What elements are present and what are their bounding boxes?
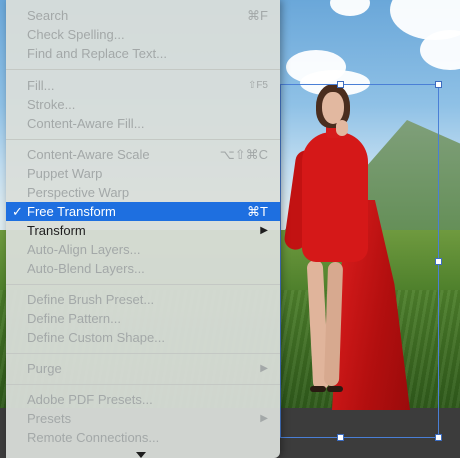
menu-item-label: Find and Replace Text...: [27, 46, 167, 61]
menu-item-presets: Presets ▶: [6, 409, 280, 428]
chevron-right-icon: ▶: [260, 413, 268, 424]
menu-item-content-aware-fill: Content-Aware Fill...: [6, 114, 280, 133]
menu-item-shortcut: ⌘F: [247, 8, 268, 23]
menu-item-label: Content-Aware Scale: [27, 147, 150, 162]
chevron-right-icon: ▶: [260, 225, 268, 236]
menu-item-label: Fill...: [27, 78, 55, 93]
menu-item-label: Perspective Warp: [27, 185, 130, 200]
menu-item-remote-connections: Remote Connections...: [6, 428, 280, 447]
menu-item-check-spelling: Check Spelling...: [6, 25, 280, 44]
transform-handle-top-right[interactable]: [435, 81, 442, 88]
menu-item-define-brush-preset: Define Brush Preset...: [6, 290, 280, 309]
menu-item-shortcut: ⌘T: [247, 204, 268, 219]
menu-item-label: Adobe PDF Presets...: [27, 392, 153, 407]
menu-item-fill: Fill... ⇧F5: [6, 76, 280, 95]
menu-item-label: Puppet Warp: [27, 166, 103, 181]
menu-item-purge: Purge ▶: [6, 359, 280, 378]
menu-item-stroke: Stroke...: [6, 95, 280, 114]
transform-handle-middle-right[interactable]: [435, 258, 442, 265]
scroll-down-arrow-icon[interactable]: [136, 452, 146, 458]
menu-item-label: Stroke...: [27, 97, 76, 112]
menu-item-auto-blend-layers: Auto-Blend Layers...: [6, 259, 280, 278]
menu-item-label: Content-Aware Fill...: [27, 116, 145, 131]
menu-item-label: Purge: [27, 361, 62, 376]
menu-item-label: Auto-Align Layers...: [27, 242, 141, 257]
check-icon: ✓: [12, 204, 23, 219]
menu-item-label: Presets: [27, 411, 72, 426]
edit-menu-dropdown: Search ⌘F Check Spelling... Find and Rep…: [6, 0, 280, 458]
menu-separator: [6, 353, 280, 354]
transform-bounding-box[interactable]: [280, 81, 442, 441]
menu-item-transform[interactable]: Transform ▶: [6, 221, 280, 240]
chevron-right-icon: ▶: [260, 363, 268, 374]
menu-item-label: Search: [27, 8, 69, 23]
menu-item-label: Define Pattern...: [27, 311, 121, 326]
menu-item-shortcut: ⇧F5: [247, 80, 268, 91]
menu-separator: [6, 384, 280, 385]
menu-item-auto-align-layers: Auto-Align Layers...: [6, 240, 280, 259]
menu-item-content-aware-scale: Content-Aware Scale ⌥⇧⌘C: [6, 145, 280, 164]
menu-separator: [6, 284, 280, 285]
menu-item-label: Define Custom Shape...: [27, 330, 166, 345]
menu-item-label: Auto-Blend Layers...: [27, 261, 145, 276]
transform-handle-top-middle[interactable]: [337, 81, 344, 88]
menu-item-search: Search ⌘F: [6, 6, 280, 25]
menu-item-perspective-warp: Perspective Warp: [6, 183, 280, 202]
menu-separator: [6, 69, 280, 70]
menu-item-label: Remote Connections...: [27, 430, 160, 445]
menu-item-label: Define Brush Preset...: [27, 292, 155, 307]
menu-item-label: Transform: [27, 223, 86, 238]
menu-item-adobe-pdf-presets: Adobe PDF Presets...: [6, 390, 280, 409]
menu-item-label: Free Transform: [27, 204, 116, 219]
menu-item-define-pattern: Define Pattern...: [6, 309, 280, 328]
transform-handle-bottom-middle[interactable]: [337, 434, 344, 441]
menu-item-shortcut: ⌥⇧⌘C: [219, 147, 268, 162]
menu-separator: [6, 139, 280, 140]
menu-item-free-transform[interactable]: ✓ Free Transform ⌘T: [6, 202, 280, 221]
transform-handle-bottom-right[interactable]: [435, 434, 442, 441]
menu-item-puppet-warp: Puppet Warp: [6, 164, 280, 183]
menu-item-define-custom-shape: Define Custom Shape...: [6, 328, 280, 347]
menu-item-label: Check Spelling...: [27, 27, 125, 42]
menu-item-find-and-replace-text: Find and Replace Text...: [6, 44, 280, 63]
